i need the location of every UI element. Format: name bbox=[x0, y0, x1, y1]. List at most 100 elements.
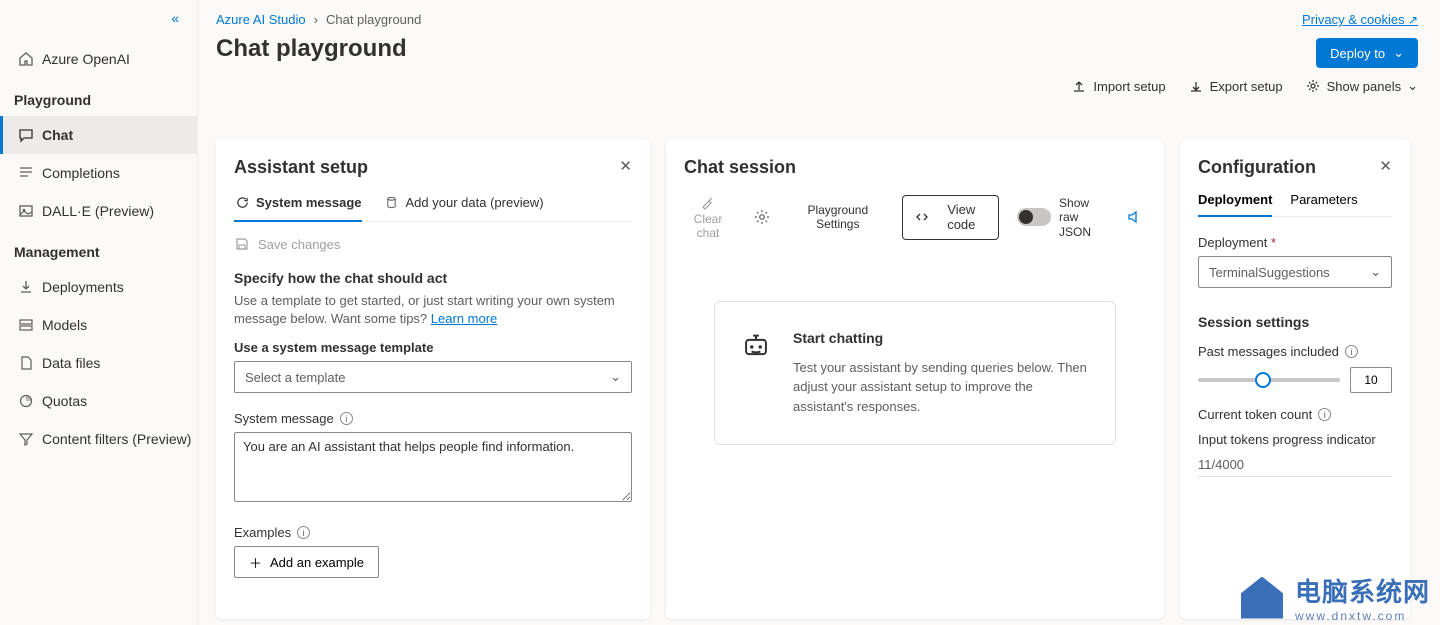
image-icon bbox=[18, 203, 34, 219]
sidebar-item-quotas[interactable]: Quotas bbox=[0, 382, 197, 420]
completions-icon bbox=[18, 165, 34, 181]
export-setup-button[interactable]: Export setup bbox=[1188, 78, 1283, 94]
raw-json-toggle[interactable] bbox=[1017, 208, 1051, 226]
broom-icon bbox=[700, 194, 716, 210]
chat-session-panel: Chat session Clear chat Playground Setti… bbox=[666, 139, 1164, 619]
privacy-link[interactable]: Privacy & cookies bbox=[1302, 12, 1418, 27]
save-changes-button[interactable]: Save changes bbox=[258, 237, 340, 252]
raw-json-label: Show raw JSON bbox=[1059, 196, 1104, 239]
required-star: * bbox=[1271, 235, 1276, 250]
start-chatting-desc: Test your assistant by sending queries b… bbox=[793, 358, 1091, 417]
chat-settings-gear[interactable] bbox=[750, 209, 774, 225]
info-icon[interactable]: i bbox=[1318, 408, 1331, 421]
deployment-select[interactable]: TerminalSuggestions ⌄ bbox=[1198, 256, 1392, 288]
deployments-icon bbox=[18, 279, 34, 295]
sidebar-item-models[interactable]: Models bbox=[0, 306, 197, 344]
past-messages-label: Past messages included bbox=[1198, 344, 1339, 359]
sidebar-item-datafiles-label: Data files bbox=[42, 355, 100, 371]
chat-title: Chat session bbox=[684, 157, 1146, 178]
models-icon bbox=[18, 317, 34, 333]
tab-add-data[interactable]: Add your data (preview) bbox=[384, 194, 544, 221]
watermark-url: www.dnxtw.com bbox=[1295, 609, 1430, 623]
watermark-logo-icon bbox=[1241, 577, 1283, 619]
show-panels-button[interactable]: Show panels ⌄ bbox=[1305, 78, 1418, 94]
playground-settings-button[interactable]: Playground Settings bbox=[792, 203, 884, 232]
template-label: Use a system message template bbox=[234, 340, 632, 355]
gear-icon bbox=[1305, 78, 1321, 94]
past-messages-value[interactable]: 10 bbox=[1350, 367, 1392, 393]
breadcrumb-sep: › bbox=[314, 12, 318, 27]
chat-icon bbox=[18, 127, 34, 143]
deployment-value: TerminalSuggestions bbox=[1209, 265, 1330, 280]
info-icon[interactable]: i bbox=[297, 526, 310, 539]
examples-label: Examples bbox=[234, 525, 291, 540]
clear-chat-label: Clear chat bbox=[684, 212, 732, 241]
config-title: Configuration bbox=[1198, 157, 1392, 178]
plus-icon: ＋ bbox=[249, 553, 262, 572]
past-messages-slider[interactable] bbox=[1198, 378, 1340, 382]
sidebar-section-management: Management bbox=[0, 236, 197, 268]
configuration-panel: Configuration ✕ Deployment Parameters De… bbox=[1180, 139, 1410, 619]
sidebar-collapse-button[interactable]: « bbox=[171, 10, 179, 26]
breadcrumb-root[interactable]: Azure AI Studio bbox=[216, 12, 306, 27]
template-select[interactable]: Select a template ⌄ bbox=[234, 361, 632, 393]
sidebar-item-chat-label: Chat bbox=[42, 127, 73, 143]
token-desc: Input tokens progress indicator bbox=[1198, 432, 1392, 447]
info-icon[interactable]: i bbox=[1345, 345, 1358, 358]
home-icon bbox=[18, 51, 34, 67]
clear-chat-button[interactable]: Clear chat bbox=[684, 194, 732, 241]
add-example-button[interactable]: ＋ Add an example bbox=[234, 546, 379, 578]
upload-icon bbox=[1071, 78, 1087, 94]
sidebar-item-deployments[interactable]: Deployments bbox=[0, 268, 197, 306]
playground-settings-label: Playground Settings bbox=[792, 203, 884, 232]
download-icon bbox=[1188, 78, 1204, 94]
info-icon[interactable]: i bbox=[340, 412, 353, 425]
import-label: Import setup bbox=[1093, 79, 1165, 94]
chevron-down-icon: ⌄ bbox=[1407, 78, 1418, 94]
tab-deployment[interactable]: Deployment bbox=[1198, 192, 1272, 217]
deploy-to-button[interactable]: Deploy to ⌄ bbox=[1316, 38, 1418, 68]
token-count-label: Current token count bbox=[1198, 407, 1312, 422]
specify-desc: Use a template to get started, or just s… bbox=[234, 292, 632, 328]
chevron-down-icon: ⌄ bbox=[610, 369, 621, 385]
sidebar-azure-openai[interactable]: Azure OpenAI bbox=[0, 40, 197, 78]
sidebar-section-playground: Playground bbox=[0, 84, 197, 116]
filter-icon bbox=[18, 431, 34, 447]
sidebar-item-datafiles[interactable]: Data files bbox=[0, 344, 197, 382]
assistant-title: Assistant setup bbox=[234, 157, 632, 178]
file-icon bbox=[18, 355, 34, 371]
view-code-button[interactable]: View code bbox=[902, 195, 999, 240]
import-setup-button[interactable]: Import setup bbox=[1071, 78, 1165, 94]
watermark: 电脑系统网 www.dnxtw.com bbox=[1241, 572, 1430, 623]
sidebar-item-contentfilters-label: Content filters (Preview) bbox=[42, 431, 191, 447]
session-settings-heading: Session settings bbox=[1198, 314, 1392, 330]
breadcrumb-current: Chat playground bbox=[326, 12, 421, 27]
sidebar-item-contentfilters[interactable]: Content filters (Preview) bbox=[0, 420, 197, 458]
assistant-setup-panel: Assistant setup ✕ System message Add you… bbox=[216, 139, 650, 619]
system-message-input[interactable] bbox=[234, 432, 632, 502]
watermark-brand: 电脑系统网 bbox=[1295, 572, 1430, 609]
start-chatting-title: Start chatting bbox=[793, 330, 1091, 346]
tab-system-message[interactable]: System message bbox=[234, 194, 362, 222]
deploy-label: Deploy to bbox=[1330, 46, 1385, 61]
system-message-label: System message bbox=[234, 411, 334, 426]
specify-heading: Specify how the chat should act bbox=[234, 270, 632, 286]
sidebar-item-dalle[interactable]: DALL·E (Preview) bbox=[0, 192, 197, 230]
tab-parameters[interactable]: Parameters bbox=[1290, 192, 1357, 216]
learn-more-link[interactable]: Learn more bbox=[431, 311, 497, 326]
show-panels-label: Show panels bbox=[1327, 79, 1401, 94]
page-title: Chat playground bbox=[216, 35, 1422, 63]
chevron-down-icon: ⌄ bbox=[1370, 264, 1381, 280]
code-icon bbox=[915, 209, 929, 225]
close-assistant-button[interactable]: ✕ bbox=[619, 157, 632, 175]
template-placeholder: Select a template bbox=[245, 370, 345, 385]
tab-system-label: System message bbox=[256, 195, 362, 210]
deployment-label: Deployment bbox=[1198, 235, 1267, 250]
sidebar-item-dalle-label: DALL·E (Preview) bbox=[42, 203, 154, 219]
sidebar-item-deployments-label: Deployments bbox=[42, 279, 124, 295]
sidebar-item-completions[interactable]: Completions bbox=[0, 154, 197, 192]
close-config-button[interactable]: ✕ bbox=[1379, 157, 1392, 175]
sidebar-item-chat[interactable]: Chat bbox=[0, 116, 197, 154]
speaker-button[interactable] bbox=[1122, 209, 1146, 225]
token-count-value: 11/4000 bbox=[1198, 457, 1392, 477]
